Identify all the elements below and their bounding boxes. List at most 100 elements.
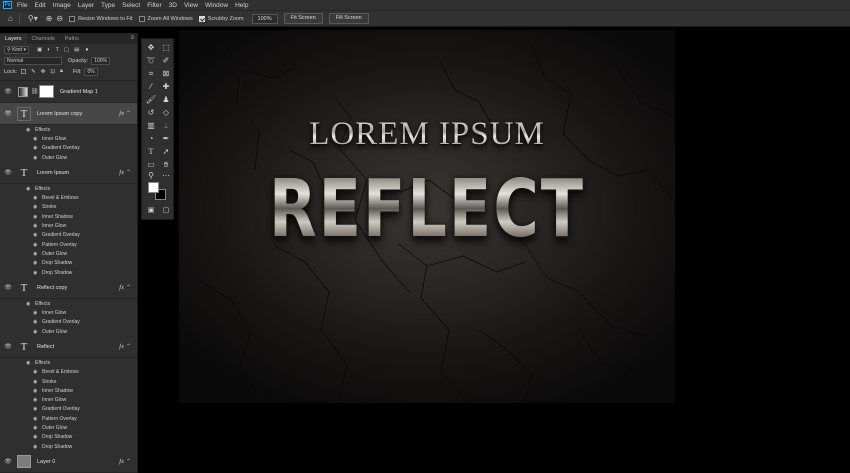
document-canvas[interactable]: LOREM IPSUM REFLECT [179, 30, 675, 403]
effect-eye-icon[interactable]: ◉ [33, 214, 38, 220]
effect-eye-icon[interactable]: ◉ [33, 444, 38, 450]
menu-image[interactable]: Image [53, 2, 71, 9]
effect-eye-icon[interactable]: ◉ [33, 434, 38, 440]
effect-item[interactable]: ◉ Gradient Overlay [0, 318, 137, 327]
effects-header[interactable]: ◉ Effects [0, 184, 137, 193]
fx-icon[interactable]: fx [119, 169, 124, 176]
effect-item[interactable]: ◉ Drop Shadow [0, 442, 137, 451]
pen-tool-icon[interactable]: ✒ [160, 133, 172, 145]
layer-row-reflect[interactable]: 👁︎ T Reflect fx ⌃ [0, 336, 137, 359]
caret-up-icon[interactable]: ⌃ [126, 343, 131, 350]
more-tools-icon[interactable]: ⋯ [160, 170, 172, 182]
effect-eye-icon[interactable]: ◉ [33, 329, 38, 335]
effect-item[interactable]: ◉ Inner Glow [0, 396, 137, 405]
effect-eye-icon[interactable]: ◉ [33, 416, 38, 422]
fit-screen-button[interactable]: Fit Screen [283, 13, 323, 24]
filter-kind-select[interactable]: ⚲ Kind ▾ [4, 45, 29, 54]
crop-tool-icon[interactable]: ⌗ [145, 68, 157, 80]
visibility-eye-icon[interactable]: 👁︎ [4, 458, 12, 465]
effect-item[interactable]: ◉ Outer Glow [0, 249, 137, 258]
lasso-tool-icon[interactable]: ➰ [145, 55, 157, 67]
effect-eye-icon[interactable]: ◉ [26, 360, 31, 366]
visibility-eye-icon[interactable]: 👁︎ [4, 88, 12, 95]
effect-item[interactable]: ◉ Gradient Overlay [0, 231, 137, 240]
effect-eye-icon[interactable]: ◉ [33, 270, 38, 276]
zoom-percent-field[interactable]: 100% [251, 13, 278, 24]
gradient-tool-icon[interactable]: ▥ [145, 120, 157, 132]
tab-layers[interactable]: Layers [0, 34, 27, 44]
lock-artboard-icon[interactable]: ⊡ [50, 69, 55, 75]
history-brush-tool-icon[interactable]: ↺ [145, 107, 157, 119]
layer-row-layer-0[interactable]: 👁︎ Layer 0 fx ⌃ [0, 451, 137, 473]
menu-select[interactable]: Select [122, 2, 140, 9]
filter-smart-object-icon[interactable]: ▤ [74, 47, 79, 53]
effect-item[interactable]: ◉ Pattern Overlay [0, 414, 137, 423]
panel-menu-icon[interactable]: ≡ [130, 35, 134, 41]
effect-eye-icon[interactable]: ◉ [33, 223, 38, 229]
quick-select-tool-icon[interactable]: ✐ [160, 55, 172, 67]
filter-type-icon[interactable]: T [56, 47, 59, 53]
effect-eye-icon[interactable]: ◉ [33, 425, 38, 431]
eyedropper-tool-icon[interactable]: ⁄ [145, 81, 157, 93]
effect-eye-icon[interactable]: ◉ [33, 369, 38, 375]
visibility-eye-icon[interactable]: 👁︎ [4, 284, 12, 291]
menu-3d[interactable]: 3D [169, 2, 177, 9]
caret-up-icon[interactable]: ⌃ [126, 110, 131, 117]
opacity-field[interactable]: 100% [91, 56, 110, 65]
effect-eye-icon[interactable]: ◉ [33, 242, 38, 248]
fx-icon[interactable]: fx [119, 458, 124, 465]
effect-item[interactable]: ◉ Outer Glow [0, 153, 137, 162]
effect-item[interactable]: ◉ Bevel & Emboss [0, 368, 137, 377]
frame-tool-icon[interactable]: ⊠ [160, 68, 172, 80]
eraser-tool-icon[interactable]: ◇ [160, 107, 172, 119]
effects-header[interactable]: ◉ Effects [0, 358, 137, 367]
effect-eye-icon[interactable]: ◉ [33, 310, 38, 316]
fill-screen-button[interactable]: Fill Screen [328, 13, 369, 24]
zoom-out-icon[interactable]: ⊖ [56, 14, 63, 23]
effects-header[interactable]: ◉ Effects [0, 299, 137, 308]
path-select-tool-icon[interactable]: ➚ [160, 146, 172, 158]
move-tool-icon[interactable]: ✥ [145, 42, 157, 54]
tab-paths[interactable]: Paths [60, 34, 84, 44]
effect-item[interactable]: ◉ Outer Glow [0, 327, 137, 336]
effect-eye-icon[interactable]: ◉ [33, 319, 38, 325]
effect-eye-icon[interactable]: ◉ [33, 260, 38, 266]
blur-tool-icon[interactable]: 💧︎ [160, 120, 172, 132]
menu-help[interactable]: Help [235, 2, 248, 9]
zoom-all-windows-checkbox[interactable]: Zoom All Windows [138, 15, 193, 22]
effect-item[interactable]: ◉ Pattern Overlay [0, 240, 137, 249]
effect-eye-icon[interactable]: ◉ [33, 379, 38, 385]
fill-field[interactable]: 0% [84, 67, 98, 76]
effect-item[interactable]: ◉ Inner Glow [0, 221, 137, 230]
effect-eye-icon[interactable]: ◉ [33, 251, 38, 257]
menu-filter[interactable]: Filter [147, 2, 161, 9]
effect-item[interactable]: ◉ Outer Glow [0, 423, 137, 432]
effect-eye-icon[interactable]: ◉ [33, 232, 38, 238]
effect-item[interactable]: ◉ Stroke [0, 377, 137, 386]
zoom-in-icon[interactable]: ⊕ [46, 14, 53, 23]
dodge-tool-icon[interactable]: ◔ [145, 133, 157, 145]
resize-windows-checkbox[interactable]: Resize Windows to Fit [69, 15, 133, 22]
lock-all-icon[interactable]: 🔒︎ [60, 68, 63, 75]
link-chain-icon[interactable]: ⛓︎ [31, 88, 39, 95]
effect-item[interactable]: ◉ Stroke [0, 203, 137, 212]
effect-item[interactable]: ◉ Drop Shadow [0, 268, 137, 277]
effect-item[interactable]: ◉ Drop Shadow [0, 433, 137, 442]
effect-item[interactable]: ◉ Inner Glow [0, 134, 137, 143]
effects-header[interactable]: ◉ Effects [0, 125, 137, 134]
zoom-icon[interactable]: ⚲▾ [28, 14, 38, 23]
layer-row-gradient-map[interactable]: 👁︎ ⛓︎ Gradient Map 1 [0, 81, 137, 103]
blend-mode-select[interactable]: Normal [4, 56, 62, 65]
effect-item[interactable]: ◉ Bevel & Emboss [0, 193, 137, 202]
zoom-tool-icon[interactable]: ⚲ [145, 170, 157, 182]
effect-eye-icon[interactable]: ◉ [33, 397, 38, 403]
menu-layer[interactable]: Layer [78, 2, 94, 9]
menu-edit[interactable]: Edit [34, 2, 45, 9]
lock-brush-icon[interactable]: ✎ [31, 69, 36, 75]
effect-eye-icon[interactable]: ◉ [33, 155, 38, 161]
tab-channels[interactable]: Channels [27, 34, 60, 44]
effect-eye-icon[interactable]: ◉ [33, 145, 38, 151]
visibility-eye-icon[interactable]: 👁︎ [4, 110, 12, 117]
effect-eye-icon[interactable]: ◉ [33, 136, 38, 142]
layer-row-reflect-copy[interactable]: 👁︎ T Reflect copy fx ⌃ [0, 277, 137, 300]
